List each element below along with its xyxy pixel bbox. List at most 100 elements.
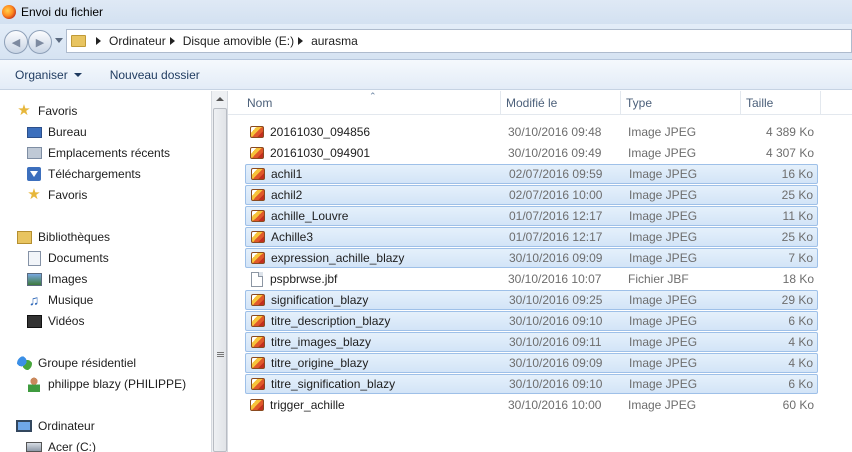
file-row[interactable]: pspbrwse.jbf 30/10/2016 10:07 Fichier JBF 1… [245, 269, 818, 289]
file-type: Image JPEG [629, 377, 698, 391]
file-size: 6 Ko [788, 314, 813, 328]
folder-icon [71, 35, 86, 47]
nav-item-label: Vidéos [48, 314, 85, 328]
nav-item-label: Acer (C:) [48, 440, 96, 452]
chevron-right-icon[interactable] [298, 37, 304, 45]
file-name: titre_images_blazy [271, 335, 372, 349]
chevron-right-icon[interactable] [169, 37, 175, 45]
navigation-scrollbar[interactable] [211, 91, 228, 452]
new-folder-button[interactable]: Nouveau dossier [104, 68, 206, 82]
file-date-modified: 02/07/2016 09:59 [509, 167, 603, 181]
breadcrumb[interactable]: Ordinateur Disque amovible (E:) aurasma [66, 29, 852, 53]
file-row[interactable]: Achille3 01/07/2016 12:17 Image JPEG 25 Ko [245, 227, 818, 247]
back-button[interactable]: ◀ [4, 30, 28, 54]
file-type: Image JPEG [629, 167, 698, 181]
file-row[interactable]: 20161030_094856 30/10/2016 09:48 Image JPE… [245, 122, 818, 142]
file-size: 25 Ko [781, 230, 813, 244]
column-header-name[interactable]: Nom [242, 91, 501, 115]
file-row[interactable]: titre_signification_blazy 30/10/2016 09:1… [245, 374, 818, 394]
file-date-modified: 30/10/2016 09:11 [509, 335, 602, 349]
file-size: 11 Ko [782, 209, 813, 223]
file-date-modified: 30/10/2016 09:09 [509, 251, 603, 265]
file-date-modified: 01/07/2016 12:17 [509, 230, 603, 244]
file-row[interactable]: titre_images_blazy 30/10/2016 09:11 Image … [245, 332, 818, 352]
nav-item-drive-c[interactable]: Acer (C:) [26, 437, 96, 452]
file-name: signification_blazy [271, 293, 369, 307]
jpeg-icon [250, 126, 264, 138]
breadcrumb-item-drive[interactable]: Disque amovible (E:) [183, 34, 294, 48]
firefox-icon [2, 5, 16, 19]
nav-item-images[interactable]: Images [26, 269, 87, 289]
nav-group-computer[interactable]: Ordinateur [16, 416, 95, 436]
file-row[interactable]: titre_description_blazy 30/10/2016 09:10 I… [245, 311, 818, 331]
nav-item-recent-places[interactable]: Emplacements récents [26, 143, 170, 163]
nav-item-videos[interactable]: Vidéos [26, 311, 84, 331]
file-type: Image JPEG [628, 146, 697, 160]
file-row[interactable]: expression_achille_blazy 30/10/2016 09:09… [245, 248, 818, 268]
file-date-modified: 30/10/2016 10:07 [508, 272, 602, 286]
nav-group-label: Ordinateur [38, 419, 95, 433]
nav-group-libraries[interactable]: Bibliothèques [16, 227, 110, 247]
column-header-type[interactable]: Type [621, 91, 741, 115]
file-size: 60 Ko [782, 398, 814, 412]
file-name: achil2 [271, 188, 303, 202]
file-row[interactable]: achil1 02/07/2016 09:59 Image JPEG 16 Ko [245, 164, 818, 184]
file-date-modified: 30/10/2016 09:48 [508, 125, 602, 139]
file-name: titre_origine_blazy [271, 356, 369, 370]
jpeg-icon [251, 189, 265, 201]
file-name: achil1 [271, 167, 303, 181]
nav-group-homegroup[interactable]: Groupe résidentiel [16, 353, 136, 373]
file-name: pspbrwse.jbf [270, 272, 338, 286]
nav-item-desktop[interactable]: Bureau [26, 122, 87, 142]
column-header-size[interactable]: Taille [741, 91, 821, 115]
file-type: Image JPEG [629, 293, 698, 307]
recent-places-icon [26, 147, 42, 159]
window-title: Envoi du fichier [21, 5, 104, 19]
file-row[interactable]: achille_Louvre 01/07/2016 12:17 Image JPEG… [245, 206, 818, 226]
file-date-modified: 02/07/2016 10:00 [509, 188, 603, 202]
file-type: Image JPEG [629, 209, 698, 223]
jpeg-icon [251, 168, 265, 180]
nav-item-label: Documents [48, 251, 109, 265]
nav-item-homegroup-user[interactable]: philippe blazy (PHILIPPE) [26, 374, 186, 394]
scrollbar-thumb[interactable] [213, 108, 227, 452]
chevron-right-icon[interactable] [96, 37, 101, 45]
file-name: trigger_achille [270, 398, 345, 412]
file-date-modified: 01/07/2016 12:17 [509, 209, 603, 223]
breadcrumb-item-computer[interactable]: Ordinateur [109, 34, 166, 48]
navigation-pane: ★ Favoris Bureau Emplacements récents Té… [0, 91, 211, 452]
file-row[interactable]: signification_blazy 30/10/2016 09:25 Image… [245, 290, 818, 310]
column-header-modified[interactable]: Modifié le [501, 91, 621, 115]
nav-item-label: Téléchargements [48, 167, 141, 181]
nav-item-favorites[interactable]: ★ Favoris [26, 185, 87, 205]
nav-item-downloads[interactable]: Téléchargements [26, 164, 141, 184]
file-type: Image JPEG [629, 188, 698, 202]
file-size: 4 Ko [788, 356, 813, 370]
nav-group-favorites[interactable]: ★ Favoris [16, 101, 77, 121]
jpeg-icon [251, 336, 265, 348]
file-row[interactable]: achil2 02/07/2016 10:00 Image JPEG 25 Ko [245, 185, 818, 205]
forward-button[interactable]: ▶ [28, 30, 52, 54]
breadcrumb-item-folder[interactable]: aurasma [311, 34, 358, 48]
chevron-down-icon [73, 72, 82, 77]
organise-button[interactable]: Organiser [9, 68, 88, 82]
file-name: 20161030_094901 [270, 146, 371, 160]
file-type: Image JPEG [629, 314, 698, 328]
file-row[interactable]: 20161030_094901 30/10/2016 09:49 Image JPE… [245, 143, 818, 163]
scroll-up-arrow-icon[interactable] [216, 97, 224, 101]
file-icon [251, 271, 263, 287]
recent-pages-dropdown-icon[interactable] [55, 38, 63, 43]
file-name: titre_signification_blazy [271, 377, 396, 391]
file-name: titre_description_blazy [271, 314, 391, 328]
file-row[interactable]: titre_origine_blazy 30/10/2016 09:09 Image… [245, 353, 818, 373]
file-list: ⌃ Nom Modifié le Type Taille 20161030_09… [228, 91, 852, 452]
nav-item-music[interactable]: ♫ Musique [26, 290, 94, 310]
pictures-icon [26, 272, 42, 286]
file-type: Image JPEG [629, 251, 698, 265]
homegroup-icon [16, 355, 32, 371]
library-icon [16, 230, 32, 244]
file-row[interactable]: trigger_achille 30/10/2016 10:00 Image JPE… [245, 395, 818, 415]
nav-item-documents[interactable]: Documents [26, 248, 109, 268]
file-date-modified: 30/10/2016 09:49 [508, 146, 602, 160]
star-icon: ★ [27, 186, 41, 203]
